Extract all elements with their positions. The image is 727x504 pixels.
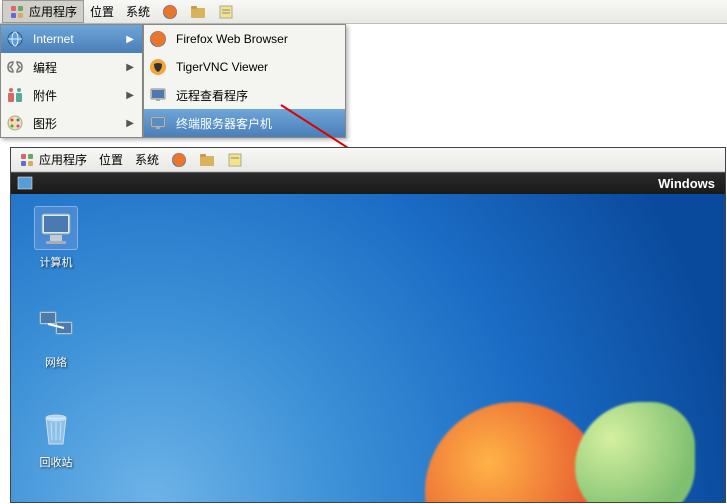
submenu-item-tsclient[interactable]: 终端服务器客户机 bbox=[144, 109, 345, 137]
desktop-icon-network[interactable]: 网络 bbox=[21, 306, 91, 370]
submenu-arrow-icon: ▶ bbox=[126, 118, 134, 129]
menu-applications-label: 应用程序 bbox=[29, 3, 77, 20]
notepad-icon bbox=[227, 152, 243, 168]
firefox-icon bbox=[162, 4, 178, 20]
submenu-arrow-icon: ▶ bbox=[126, 90, 134, 101]
menu-item-accessories[interactable]: 附件 ▶ bbox=[1, 81, 142, 109]
remote-menu-system[interactable]: 系统 bbox=[129, 149, 165, 170]
submenu-item-remote-viewer[interactable]: 远程查看程序 bbox=[144, 81, 345, 109]
remote-menu-system-label: 系统 bbox=[135, 151, 159, 168]
submenu-item-tigervnc-label: TigerVNC Viewer bbox=[176, 60, 337, 74]
monitor-icon bbox=[148, 85, 168, 105]
programming-icon bbox=[5, 57, 25, 77]
windows-icon bbox=[17, 176, 33, 192]
host-top-panel: 应用程序 位置 系统 bbox=[0, 0, 727, 24]
submenu-item-firefox-label: Firefox Web Browser bbox=[176, 32, 337, 46]
windows-desktop[interactable]: 计算机 网络 回收站 bbox=[11, 194, 725, 502]
computer-icon bbox=[34, 206, 78, 250]
submenu-item-tsclient-label: 终端服务器客户机 bbox=[176, 115, 337, 132]
remote-window-titlebar[interactable]: Windows bbox=[11, 172, 725, 194]
apps-icon bbox=[19, 152, 35, 168]
menu-item-graphics[interactable]: 图形 ▶ bbox=[1, 109, 142, 137]
folder-icon bbox=[199, 152, 215, 168]
launcher-editor[interactable] bbox=[212, 2, 240, 22]
menu-item-graphics-label: 图形 bbox=[33, 115, 118, 132]
menu-system[interactable]: 系统 bbox=[120, 1, 156, 22]
menu-item-programming[interactable]: 编程 ▶ bbox=[1, 53, 142, 81]
remote-menu-places[interactable]: 位置 bbox=[93, 149, 129, 170]
internet-submenu: Firefox Web Browser TigerVNC Viewer 远程查看… bbox=[143, 24, 346, 138]
remote-menu-applications-label: 应用程序 bbox=[39, 151, 87, 168]
menu-applications[interactable]: 应用程序 bbox=[2, 0, 84, 23]
remote-launcher-file-manager[interactable] bbox=[193, 150, 221, 170]
remote-launcher-editor[interactable] bbox=[221, 150, 249, 170]
wallpaper-decoration bbox=[575, 402, 695, 502]
menu-item-programming-label: 编程 bbox=[33, 59, 118, 76]
remote-top-panel: 应用程序 位置 系统 bbox=[11, 148, 725, 172]
graphics-icon bbox=[5, 113, 25, 133]
folder-icon bbox=[190, 4, 206, 20]
desktop-icon-recycle-bin-label: 回收站 bbox=[21, 454, 91, 470]
menu-system-label: 系统 bbox=[126, 3, 150, 20]
remote-menu-applications[interactable]: 应用程序 bbox=[13, 149, 93, 170]
launcher-file-manager[interactable] bbox=[184, 2, 212, 22]
apps-icon bbox=[9, 4, 25, 20]
menu-item-internet[interactable]: Internet ▶ bbox=[1, 25, 142, 53]
globe-icon bbox=[5, 29, 25, 49]
tigervnc-icon bbox=[148, 57, 168, 77]
submenu-item-firefox[interactable]: Firefox Web Browser bbox=[144, 25, 345, 53]
accessories-icon bbox=[5, 85, 25, 105]
desktop-icon-computer[interactable]: 计算机 bbox=[21, 206, 91, 270]
terminal-server-icon bbox=[148, 113, 168, 133]
remote-desktop-window: 应用程序 位置 系统 Windows bbox=[10, 147, 726, 503]
applications-menu: Internet ▶ 编程 ▶ 附件 ▶ 图形 ▶ bbox=[0, 24, 143, 138]
firefox-icon bbox=[171, 152, 187, 168]
submenu-arrow-icon: ▶ bbox=[126, 34, 134, 45]
desktop-icon-computer-label: 计算机 bbox=[21, 254, 91, 270]
launcher-firefox[interactable] bbox=[156, 2, 184, 22]
firefox-icon bbox=[148, 29, 168, 49]
submenu-arrow-icon: ▶ bbox=[126, 62, 134, 73]
menu-places-label: 位置 bbox=[90, 3, 114, 20]
menu-item-accessories-label: 附件 bbox=[33, 87, 118, 104]
network-icon bbox=[34, 306, 78, 350]
notepad-icon bbox=[218, 4, 234, 20]
recycle-bin-icon bbox=[34, 406, 78, 450]
submenu-item-tigervnc[interactable]: TigerVNC Viewer bbox=[144, 53, 345, 81]
desktop-icon-recycle-bin[interactable]: 回收站 bbox=[21, 406, 91, 470]
desktop-icon-network-label: 网络 bbox=[21, 354, 91, 370]
remote-window-title: Windows bbox=[658, 176, 715, 191]
remote-menu-places-label: 位置 bbox=[99, 151, 123, 168]
remote-launcher-firefox[interactable] bbox=[165, 150, 193, 170]
menu-item-internet-label: Internet bbox=[33, 32, 118, 46]
menu-places[interactable]: 位置 bbox=[84, 1, 120, 22]
submenu-item-remote-viewer-label: 远程查看程序 bbox=[176, 87, 337, 104]
